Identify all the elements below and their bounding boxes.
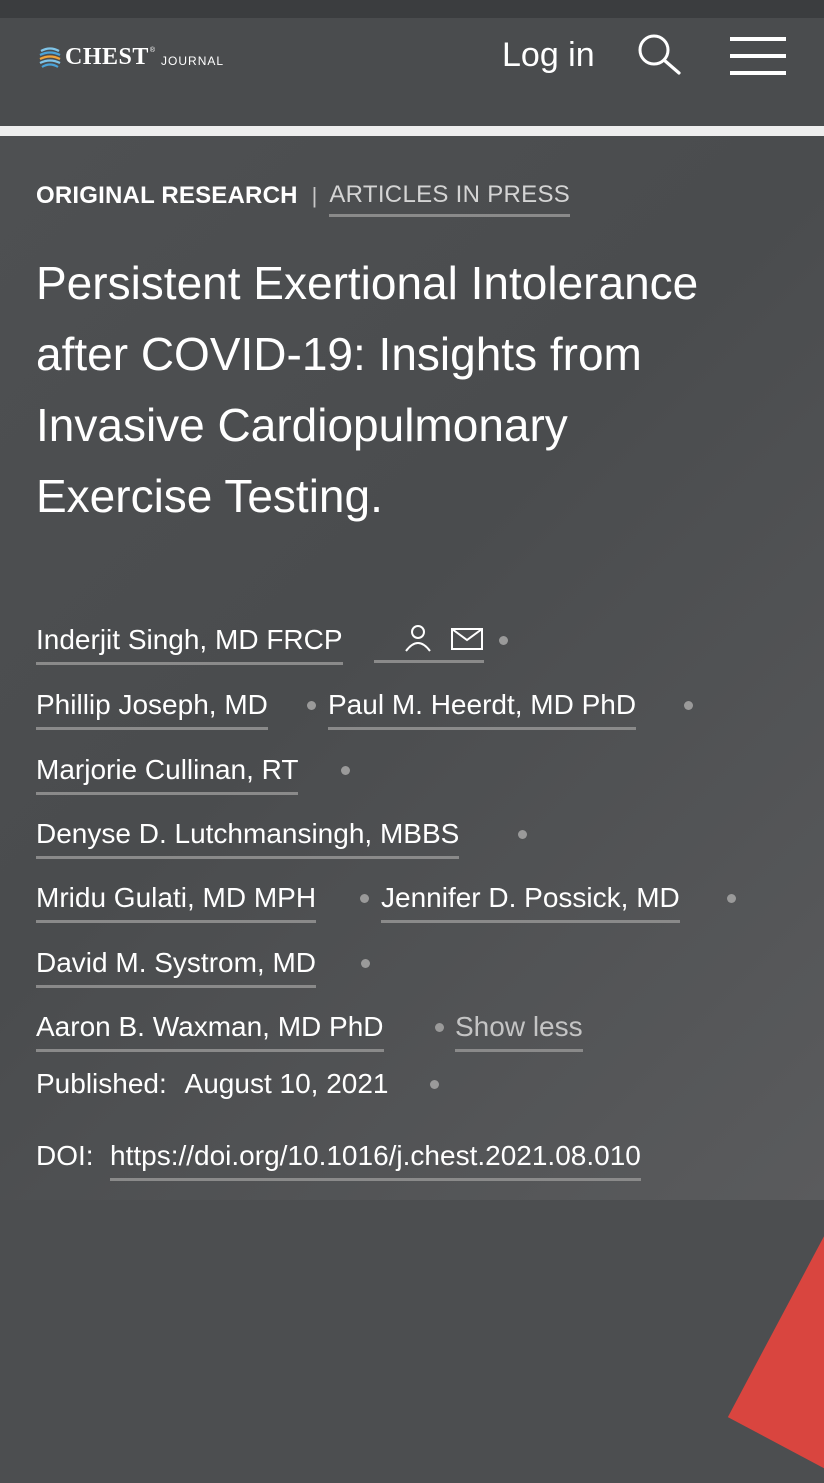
doi-label: DOI: [36,1140,94,1171]
person-icon[interactable] [404,624,432,652]
header-divider [0,126,824,136]
author-separator-dot [518,830,527,839]
logo-name: CHEST [65,43,149,70]
author-link[interactable]: Mridu Gulati, MD MPH [36,882,317,923]
site-header: CHEST ® JOURNAL Log in [0,0,824,126]
decorative-accent [727,1205,824,1483]
published-row: Published: August 10, 2021 [36,1068,389,1100]
header-top-strip [0,0,824,18]
mail-icon[interactable] [451,628,483,650]
logo-trademark: ® [149,46,156,54]
author-link[interactable]: Marjorie Cullinan, RT [36,754,299,795]
login-link[interactable]: Log in [502,36,595,75]
author-separator-dot [435,1023,444,1032]
author-link[interactable]: Denyse D. Lutchmansingh, MBBS [36,818,460,859]
author-separator-dot [499,636,508,645]
author-underline [374,660,484,663]
author-link[interactable]: Aaron B. Waxman, MD PhD [36,1011,384,1052]
doi-link[interactable]: https://doi.org/10.1016/j.chest.2021.08.… [110,1140,641,1181]
articles-in-press-link[interactable]: ARTICLES IN PRESS [329,181,571,217]
author-separator-dot [307,701,316,710]
menu-icon[interactable] [728,34,788,78]
author-link[interactable]: Inderjit Singh, MD FRCP [36,624,343,665]
author-separator-dot [360,894,369,903]
author-link[interactable]: David M. Systrom, MD [36,947,317,988]
author-link[interactable]: Phillip Joseph, MD [36,689,268,730]
category-separator: | [311,183,318,208]
chest-journal-logo[interactable]: CHEST ® JOURNAL [38,40,224,74]
author-link[interactable]: Paul M. Heerdt, MD PhD [328,689,637,730]
show-less-button[interactable]: Show less [455,1011,583,1052]
article-category: ORIGINAL RESEARCH [36,182,298,209]
published-separator-dot [430,1080,439,1089]
search-icon[interactable] [634,32,684,76]
logo-subtitle: JOURNAL [161,54,225,68]
author-separator-dot [684,701,693,710]
author-separator-dot [361,959,370,968]
author-link[interactable]: Jennifer D. Possick, MD [381,882,680,923]
chest-logo-icon [39,47,61,68]
article-title: Persistent Exertional Intolerance after … [36,257,699,522]
author-separator-dot [727,894,736,903]
published-date: August 10, 2021 [184,1068,389,1099]
author-separator-dot [341,766,350,775]
published-label: Published: [36,1068,167,1099]
article-category-row: ORIGINAL RESEARCH | ARTICLES IN PRESS [36,178,571,217]
